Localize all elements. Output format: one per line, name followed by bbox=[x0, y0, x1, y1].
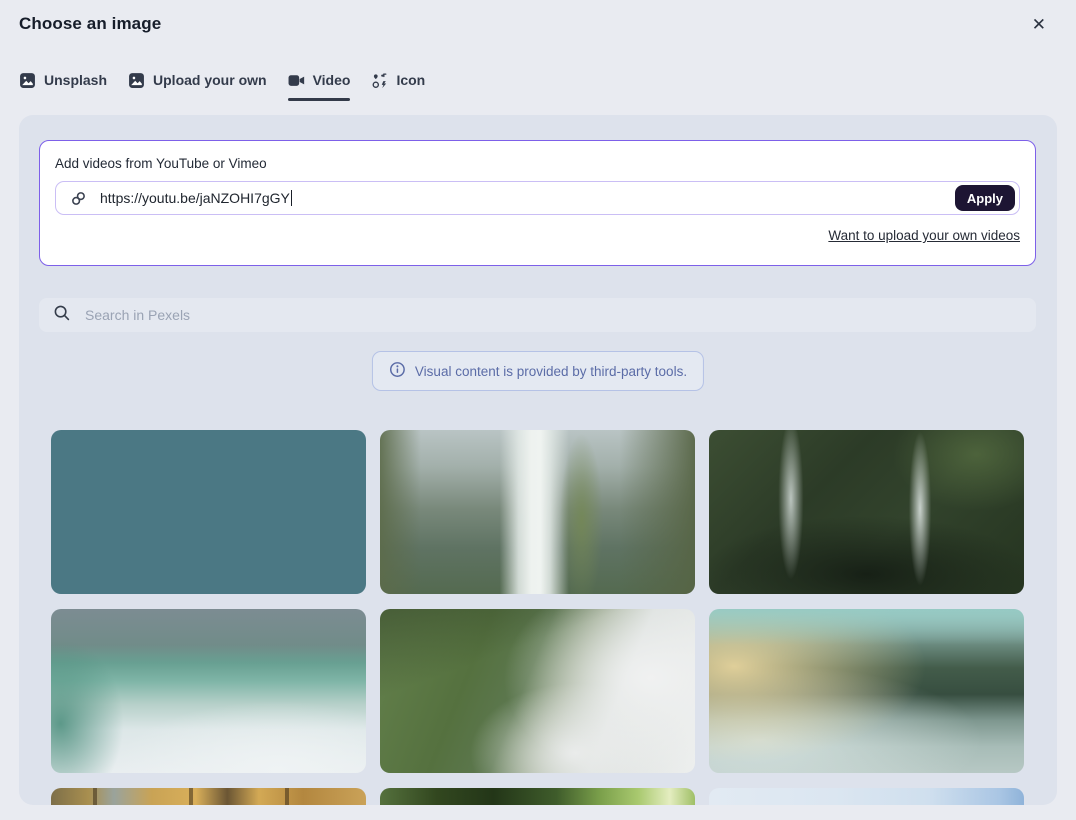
text-caret bbox=[291, 190, 293, 206]
content-panel: Add videos from YouTube or Vimeo https:/… bbox=[19, 115, 1057, 805]
upload-own-videos-link[interactable]: Want to upload your own videos bbox=[828, 228, 1020, 243]
tab-label: Video bbox=[313, 72, 351, 88]
video-url-card: Add videos from YouTube or Vimeo https:/… bbox=[39, 140, 1036, 266]
video-thumbnail-4[interactable] bbox=[51, 609, 366, 773]
tab-label: Upload your own bbox=[153, 72, 267, 88]
page-title: Choose an image bbox=[19, 14, 161, 34]
tab-upload-your-own[interactable]: Upload your own bbox=[128, 60, 267, 100]
link-icon bbox=[70, 190, 87, 207]
tab-unsplash[interactable]: Unsplash bbox=[19, 60, 107, 100]
video-thumbnail-8[interactable] bbox=[380, 788, 695, 805]
video-camera-icon bbox=[288, 72, 305, 89]
search-input[interactable] bbox=[85, 307, 1024, 323]
video-thumbnail-7[interactable] bbox=[51, 788, 366, 805]
video-thumbnail-3[interactable] bbox=[709, 430, 1024, 594]
image-icon bbox=[128, 72, 145, 89]
close-icon[interactable]: ✕ bbox=[1028, 12, 1050, 37]
shapes-icon bbox=[371, 72, 388, 89]
video-url-value: https://youtu.be/jaNZOHI7gGY bbox=[100, 190, 290, 206]
apply-button[interactable]: Apply bbox=[955, 185, 1015, 211]
tab-label: Unsplash bbox=[44, 72, 107, 88]
video-thumbnail-6[interactable] bbox=[709, 609, 1024, 773]
search-bar bbox=[39, 298, 1036, 332]
tab-video[interactable]: Video bbox=[288, 60, 351, 100]
search-icon bbox=[53, 304, 85, 327]
video-url-input[interactable]: https://youtu.be/jaNZOHI7gGY Apply bbox=[55, 181, 1020, 215]
video-results-grid bbox=[51, 430, 1024, 805]
video-url-heading: Add videos from YouTube or Vimeo bbox=[55, 156, 1020, 171]
tab-bar: Unsplash Upload your own Video Icon bbox=[19, 60, 425, 100]
tab-label: Icon bbox=[396, 72, 425, 88]
video-thumbnail-1[interactable] bbox=[51, 430, 366, 594]
video-thumbnail-2[interactable] bbox=[380, 430, 695, 594]
video-thumbnail-9[interactable] bbox=[709, 788, 1024, 805]
third-party-notice: Visual content is provided by third-part… bbox=[372, 351, 704, 391]
notice-text: Visual content is provided by third-part… bbox=[415, 364, 687, 379]
tab-icon[interactable]: Icon bbox=[371, 60, 425, 100]
info-icon bbox=[389, 361, 406, 381]
image-icon bbox=[19, 72, 36, 89]
choose-image-dialog: Choose an image ✕ Unsplash Upload your o… bbox=[0, 0, 1076, 820]
video-thumbnail-5[interactable] bbox=[380, 609, 695, 773]
